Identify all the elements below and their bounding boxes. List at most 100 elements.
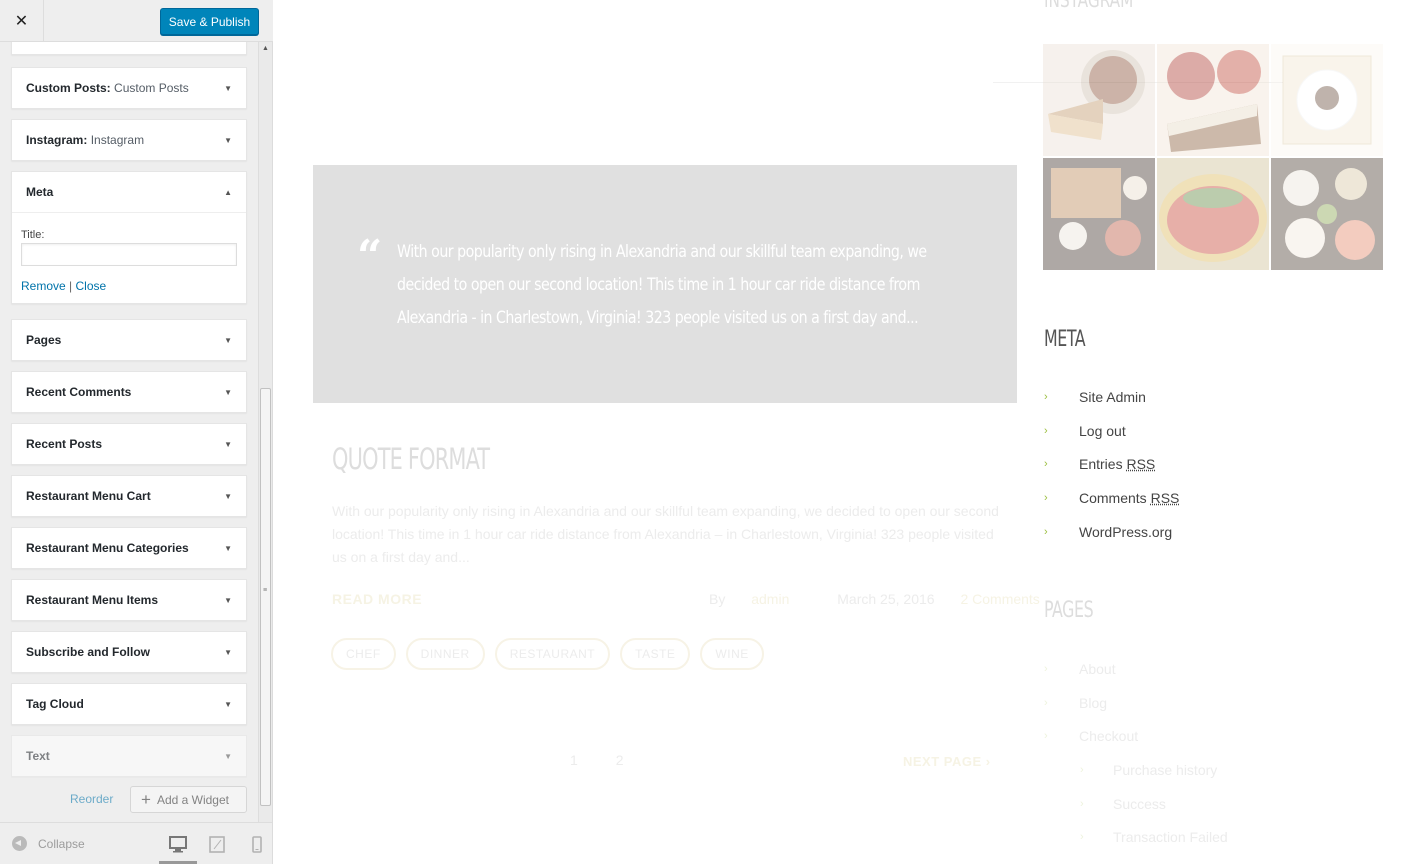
widget-text[interactable]: Text ▼ bbox=[11, 735, 247, 777]
pages-heading: PAGES bbox=[1044, 598, 1094, 623]
meta-link-log-out[interactable]: › Log out bbox=[1044, 414, 1179, 448]
tablet-preview-icon[interactable] bbox=[208, 836, 226, 853]
page-link-2[interactable]: 2 bbox=[616, 752, 624, 768]
chevron-right-icon: › bbox=[1044, 663, 1048, 675]
meta-links-list: › Site Admin › Log out › Entries RSS › Comme… bbox=[1044, 380, 1179, 548]
chevron-right-icon: › bbox=[1080, 797, 1084, 810]
chevron-up-icon[interactable]: ▲ bbox=[224, 188, 232, 197]
widget-tag-cloud[interactable]: Tag Cloud ▼ bbox=[11, 683, 247, 725]
chevron-down-icon[interactable]: ▼ bbox=[224, 388, 232, 397]
pages-links-list: › About › Blog › Checkout › Purchase history… bbox=[1044, 652, 1228, 854]
instagram-photo[interactable] bbox=[1271, 158, 1383, 270]
quote-block: “ With our popularity only rising in Ale… bbox=[313, 165, 1017, 403]
desktop-preview-icon[interactable] bbox=[169, 836, 187, 853]
widget-instagram[interactable]: Instagram: Instagram ▼ bbox=[11, 119, 247, 161]
meta-link-entries-rss[interactable]: › Entries RSS bbox=[1044, 447, 1179, 481]
reorder-link[interactable]: Reorder bbox=[70, 792, 113, 806]
chevron-down-icon[interactable]: ▼ bbox=[224, 336, 232, 345]
sidebar-scrollbar[interactable]: ▲ ≡ bbox=[258, 42, 272, 822]
tag-wine[interactable]: WINE bbox=[700, 638, 764, 670]
collapse-button[interactable]: Collapse bbox=[12, 836, 85, 851]
page-link-success[interactable]: › Success bbox=[1044, 787, 1228, 821]
chevron-down-icon[interactable]: ▼ bbox=[224, 440, 232, 449]
close-link[interactable]: Close bbox=[76, 279, 107, 293]
chevron-down-icon[interactable]: ▼ bbox=[224, 596, 232, 605]
widget-pages[interactable]: Pages ▼ bbox=[11, 319, 247, 361]
widget-title: Recent Comments bbox=[26, 385, 132, 399]
widget-title: Tag Cloud bbox=[26, 697, 84, 711]
meta-link-site-admin[interactable]: › Site Admin bbox=[1044, 380, 1179, 414]
chevron-right-icon: › bbox=[1080, 831, 1084, 844]
post-date: March 25, 2016 bbox=[837, 591, 935, 607]
chevron-down-icon[interactable]: ▼ bbox=[224, 648, 232, 657]
page-link-about[interactable]: › About bbox=[1044, 652, 1228, 686]
meta-widget-form: Title: Remove | Close bbox=[12, 212, 246, 303]
tag-taste[interactable]: TASTE bbox=[620, 638, 691, 670]
page-link-purchase-history[interactable]: › Purchase history bbox=[1044, 753, 1228, 787]
chevron-down-icon[interactable]: ▼ bbox=[224, 136, 232, 145]
widget-custom-posts[interactable]: Custom Posts: Custom Posts ▼ bbox=[11, 67, 247, 109]
meta-link-wordpress-org[interactable]: › WordPress.org bbox=[1044, 515, 1179, 549]
customizer-footer: Collapse bbox=[0, 822, 272, 864]
tag-restaurant[interactable]: RESTAURANT bbox=[494, 638, 611, 670]
page-link-1[interactable]: 1 bbox=[570, 752, 578, 768]
meta-heading: META bbox=[1044, 327, 1086, 352]
widget-meta[interactable]: Meta ▲ Title: Remove | Close bbox=[11, 171, 247, 304]
chevron-right-icon: › bbox=[1044, 492, 1048, 505]
widget-recent-posts[interactable]: Recent Posts ▼ bbox=[11, 423, 247, 465]
chevron-right-icon: › bbox=[1044, 424, 1048, 437]
instagram-photo[interactable] bbox=[1157, 158, 1269, 270]
page-link-blog[interactable]: › Blog bbox=[1044, 686, 1228, 720]
chevron-right-icon: › bbox=[1044, 696, 1048, 709]
quote-text: With our popularity only rising in Alexa… bbox=[397, 242, 927, 327]
chevron-right-icon: › bbox=[1044, 458, 1048, 471]
post-title[interactable]: QUOTE FORMAT bbox=[332, 442, 490, 476]
chevron-down-icon[interactable]: ▼ bbox=[224, 544, 232, 553]
author-link[interactable]: admin bbox=[751, 591, 789, 607]
scrollbar-thumb[interactable]: ≡ bbox=[260, 388, 271, 806]
widget-restaurant-menu-categories[interactable]: Restaurant Menu Categories ▼ bbox=[11, 527, 247, 569]
chevron-down-icon[interactable]: ▼ bbox=[224, 700, 232, 709]
instagram-photo[interactable] bbox=[1271, 44, 1383, 156]
widget-subscribe-follow[interactable]: Subscribe and Follow ▼ bbox=[11, 631, 247, 673]
instagram-heading: INSTAGRAM bbox=[1044, 0, 1134, 12]
remove-link[interactable]: Remove bbox=[21, 279, 66, 293]
tag-dinner[interactable]: DINNER bbox=[405, 638, 485, 670]
widget-recent-comments[interactable]: Recent Comments ▼ bbox=[11, 371, 247, 413]
widget-title: Restaurant Menu Categories bbox=[26, 541, 189, 555]
chevron-down-icon[interactable]: ▼ bbox=[224, 752, 232, 761]
tag-chef[interactable]: CHEF bbox=[331, 638, 396, 670]
author-byline: By admin bbox=[709, 591, 790, 607]
close-customizer-button[interactable]: ✕ bbox=[0, 0, 44, 42]
customizer-sidebar: ✕ Save & Publish Custom Posts: Custom Po… bbox=[0, 0, 273, 864]
page-link-transaction-failed[interactable]: › Transaction Failed bbox=[1044, 820, 1228, 854]
instagram-photo[interactable] bbox=[1157, 44, 1269, 156]
mobile-preview-icon[interactable] bbox=[248, 836, 266, 853]
pagination: 12 bbox=[570, 752, 662, 768]
widget-restaurant-menu-cart[interactable]: Restaurant Menu Cart ▼ bbox=[11, 475, 247, 517]
widget-title: Text bbox=[26, 749, 50, 763]
widget-restaurant-menu-items[interactable]: Restaurant Menu Items ▼ bbox=[11, 579, 247, 621]
comments-link[interactable]: 2 Comments bbox=[960, 591, 1039, 607]
page-link-checkout[interactable]: › Checkout bbox=[1044, 719, 1228, 753]
title-input[interactable] bbox=[21, 243, 237, 266]
scroll-up-arrow-icon[interactable]: ▲ bbox=[262, 45, 269, 52]
chevron-down-icon[interactable]: ▼ bbox=[224, 492, 232, 501]
widget-title: Restaurant Menu Items bbox=[26, 593, 159, 607]
widget-title: Subscribe and Follow bbox=[26, 645, 151, 659]
chevron-right-icon: › bbox=[1080, 764, 1084, 777]
chevron-down-icon[interactable]: ▼ bbox=[224, 84, 232, 93]
plus-icon: + bbox=[141, 790, 151, 809]
instagram-photo[interactable] bbox=[1043, 158, 1155, 270]
meta-link-comments-rss[interactable]: › Comments RSS bbox=[1044, 481, 1179, 515]
widget-list-panel: Custom Posts: Custom Posts ▼ Instagram: I… bbox=[0, 42, 258, 822]
save-publish-button[interactable]: Save & Publish bbox=[160, 8, 259, 35]
read-more-link[interactable]: READ MORE bbox=[332, 591, 422, 607]
widget-actions: Remove | Close bbox=[21, 279, 237, 293]
next-page-link[interactable]: NEXT PAGE › bbox=[903, 754, 991, 769]
widget-partial[interactable] bbox=[11, 42, 247, 55]
instagram-photo[interactable] bbox=[1043, 44, 1155, 156]
title-label: Title: bbox=[21, 229, 45, 241]
widget-title: Recent Posts bbox=[26, 437, 103, 451]
add-widget-button[interactable]: + Add a Widget bbox=[130, 786, 247, 813]
